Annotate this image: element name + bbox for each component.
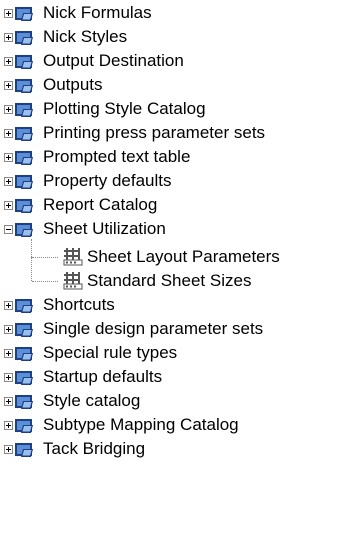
tree-item-style-catalog[interactable]: Style catalog (0, 389, 353, 413)
tree-item-label: Outputs (43, 75, 103, 94)
settings-folder-icon (15, 199, 33, 213)
tree-item-nick-styles[interactable]: Nick Styles (0, 25, 353, 49)
tree-item-sheet-layout-parameters[interactable]: Sheet Layout Parameters (0, 245, 353, 269)
tree-item-label: Single design parameter sets (43, 319, 264, 338)
plus-expander-icon[interactable] (4, 9, 13, 18)
tree-item-subtype-mapping-catalog[interactable]: Subtype Mapping Catalog (0, 413, 353, 437)
sheet-parameters-icon (63, 248, 83, 266)
tree-item-label: Report Catalog (43, 195, 158, 214)
tree-item-outputs[interactable]: Outputs (0, 73, 353, 97)
plus-expander-icon[interactable] (4, 177, 13, 186)
settings-folder-icon (15, 395, 33, 409)
plus-expander-icon[interactable] (4, 129, 13, 138)
tree-item-label: Output Destination (43, 51, 184, 70)
settings-folder-icon (15, 103, 33, 117)
tree-item-label: Nick Styles (43, 27, 128, 46)
plus-expander-icon[interactable] (4, 349, 13, 358)
plus-expander-icon[interactable] (4, 153, 13, 162)
plus-expander-icon[interactable] (4, 105, 13, 114)
tree-item-label: Property defaults (43, 171, 172, 190)
settings-folder-icon (15, 175, 33, 189)
tree-item-plotting-style-catalog[interactable]: Plotting Style Catalog (0, 97, 353, 121)
settings-folder-icon (15, 347, 33, 361)
settings-folder-icon (15, 31, 33, 45)
tree-item-label: Special rule types (43, 343, 178, 362)
settings-folder-icon (15, 299, 33, 313)
settings-folder-icon (15, 127, 33, 141)
plus-expander-icon[interactable] (4, 301, 13, 310)
settings-folder-icon (15, 55, 33, 69)
tree-item-report-catalog[interactable]: Report Catalog (0, 193, 353, 217)
plus-expander-icon[interactable] (4, 33, 13, 42)
settings-folder-icon (15, 323, 33, 337)
plus-expander-icon[interactable] (4, 421, 13, 430)
tree-item-single-design-parameter-sets[interactable]: Single design parameter sets (0, 317, 353, 341)
tree-item-special-rule-types[interactable]: Special rule types (0, 341, 353, 365)
plus-expander-icon[interactable] (4, 397, 13, 406)
settings-folder-icon (15, 223, 33, 237)
tree-item-label: Subtype Mapping Catalog (43, 415, 239, 434)
tree-item-label: Style catalog (43, 391, 141, 410)
tree-item-label: Plotting Style Catalog (43, 99, 206, 118)
settings-folder-icon (15, 443, 33, 457)
minus-expander-icon[interactable] (4, 225, 13, 234)
tree-item-label: Printing press parameter sets (43, 123, 266, 142)
tree-item-printing-press-parameter-sets[interactable]: Printing press parameter sets (0, 121, 353, 145)
tree-item-property-defaults[interactable]: Property defaults (0, 169, 353, 193)
tree-item-tack-bridging[interactable]: Tack Bridging (0, 437, 353, 461)
settings-folder-icon (15, 419, 33, 433)
plus-expander-icon[interactable] (4, 81, 13, 90)
tree-item-nick-formulas[interactable]: Nick Formulas (0, 1, 353, 25)
tree-item-label: Startup defaults (43, 367, 163, 386)
settings-folder-icon (15, 151, 33, 165)
tree-item-sheet-utilization[interactable]: Sheet Utilization (0, 217, 353, 241)
settings-folder-icon (15, 79, 33, 93)
settings-tree: Nick Formulas Nick Styles Output Destina… (0, 0, 353, 549)
plus-expander-icon[interactable] (4, 201, 13, 210)
tree-item-startup-defaults[interactable]: Startup defaults (0, 365, 353, 389)
tree-item-output-destination[interactable]: Output Destination (0, 49, 353, 73)
sheet-parameters-icon (63, 272, 83, 290)
tree-item-label: Standard Sheet Sizes (87, 271, 252, 290)
tree-item-label: Nick Formulas (43, 3, 152, 22)
plus-expander-icon[interactable] (4, 325, 13, 334)
tree-item-label: Tack Bridging (43, 439, 146, 458)
tree-item-prompted-text-table[interactable]: Prompted text table (0, 145, 353, 169)
tree-item-label: Shortcuts (43, 295, 115, 314)
tree-item-label: Prompted text table (43, 147, 191, 166)
tree-item-label: Sheet Layout Parameters (87, 247, 280, 266)
plus-expander-icon[interactable] (4, 57, 13, 66)
tree-item-shortcuts[interactable]: Shortcuts (0, 293, 353, 317)
settings-folder-icon (15, 371, 33, 385)
tree-item-label: Sheet Utilization (43, 219, 166, 238)
plus-expander-icon[interactable] (4, 373, 13, 382)
tree-item-standard-sheet-sizes[interactable]: Standard Sheet Sizes (0, 269, 353, 293)
settings-folder-icon (15, 7, 33, 21)
plus-expander-icon[interactable] (4, 445, 13, 454)
